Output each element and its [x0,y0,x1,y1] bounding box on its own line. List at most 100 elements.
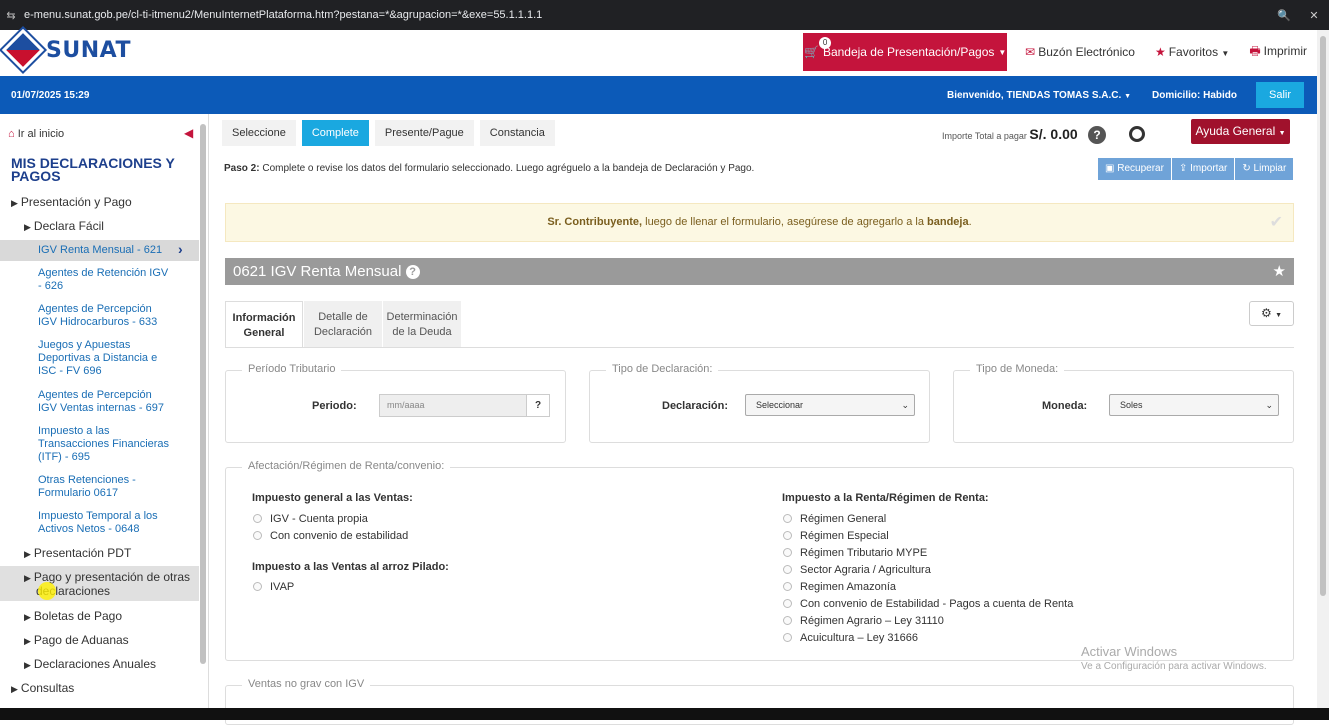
browser-address-bar[interactable]: ⇆ e-menu.sunat.gob.pe/cl-ti-itmenu2/Menu… [0,0,1329,30]
site-info-icon[interactable]: ⇆ [0,9,22,22]
step-seleccione[interactable]: Seleccione [222,120,296,146]
importe-value: S/. 0.00 [1029,126,1078,142]
radio-regimen-amazonia[interactable]: Regimen Amazonía [783,581,896,593]
sidebar-item-aduanas[interactable]: ▶ Pago de Aduanas [24,633,129,647]
bandeja-label: Bandeja de Presentación/Pagos [822,45,995,59]
sidebar-sub-item[interactable]: Agentes de Percepción IGV Hidrocarburos … [38,303,173,329]
bottom-bar [0,708,1329,720]
sidebar-item-label: IGV Renta Mensual - 621 [38,244,163,256]
radio-igv-cuenta-propia[interactable]: IGV - Cuenta propia [253,513,368,525]
tab-detalle-declaracion[interactable]: Detalle de Declaración [304,301,382,348]
salir-button[interactable]: Salir [1256,82,1304,108]
radio-regimen-agrario[interactable]: Régimen Agrario – Ley 31110 [783,615,944,627]
importar-button[interactable]: ⇪ Importar [1171,158,1235,180]
sidebar-item-presentacion-pago[interactable]: ▶ Presentación y Pago [11,195,132,209]
alert-bold-bandeja: bandeja [927,216,969,228]
radio-button[interactable] [783,565,792,574]
domicilio-status: Domicilio: Habido [1152,90,1237,101]
form-tabs: Información General Detalle de Declaraci… [225,301,462,348]
sidebar-item-label: Presentación PDT [33,546,132,560]
url-text[interactable]: e-menu.sunat.gob.pe/cl-ti-itmenu2/MenuIn… [22,9,1269,21]
site-header: SUNAT 0 🛒 Bandeja de Presentación/Pagos … [0,25,1317,76]
contribuyente-alert: Sr. Contribuyente, luego de llenar el fo… [225,203,1294,242]
buzon-link[interactable]: ✉ Buzón Electrónico [1025,45,1135,59]
sidebar-sub-item[interactable]: Agentes de Retención IGV - 626 [38,267,173,293]
home-link[interactable]: ⌂ Ir al inicio [8,128,64,140]
tipo-declaracion-legend: Tipo de Declaración: [606,363,719,375]
periodo-input[interactable]: mm/aaaa [379,394,527,417]
radio-button[interactable] [783,514,792,523]
imprimir-link[interactable]: 🖶 Imprimir [1249,42,1307,63]
sidebar-sub-item[interactable]: Agentes de Percepción IGV Ventas interna… [38,389,173,415]
radio-regimen-mype[interactable]: Régimen Tributario MYPE [783,547,927,559]
caret-down-icon: ▼ [1275,312,1283,319]
sunat-logo-mark-icon [0,25,48,75]
page-scrollbar-thumb[interactable] [1320,36,1326,596]
caret-right-icon: ▶ [24,549,31,559]
declaracion-select[interactable]: Seleccionar ⌄ [745,394,915,416]
moneda-select[interactable]: Soles ⌄ [1109,394,1279,416]
close-tab-icon[interactable]: ✕ [1299,9,1329,22]
paso-bold: Paso 2: [224,163,260,174]
radio-button[interactable] [783,616,792,625]
radio-button[interactable] [783,531,792,540]
sidebar-item-anuales[interactable]: ▶ Declaraciones Anuales [24,657,156,671]
radio-ivap[interactable]: IVAP [253,581,294,593]
igv-heading: Impuesto general a las Ventas: [252,492,413,504]
sidebar-item-declara-facil[interactable]: ▶ Declara Fácil [24,219,104,233]
sidebar-item-presentacion-pdt[interactable]: ▶ Presentación PDT [24,546,131,560]
tab-informacion-general[interactable]: Información General [225,301,303,348]
radio-button[interactable] [783,599,792,608]
radio-sector-agraria[interactable]: Sector Agraria / Agricultura [783,564,931,576]
moneda-fieldset: Tipo de Moneda: Moneda: Soles ⌄ [953,363,1294,443]
settings-dropdown[interactable]: ⚙ ▼ [1249,301,1294,326]
radio-button[interactable] [783,633,792,642]
paso-instructions: Paso 2: Complete o revise los datos del … [224,163,754,174]
help-circle-icon[interactable]: ? [405,265,420,279]
radio-button[interactable] [253,514,262,523]
zoom-icon[interactable]: 🔍 [1269,9,1299,22]
renta-heading: Impuesto a la Renta/Régimen de Renta: [782,492,989,504]
ayuda-general-button[interactable]: Ayuda General ▼ [1191,119,1290,144]
save-icon: ▣ [1105,163,1115,174]
radio-convenio-renta[interactable]: Con convenio de Estabilidad - Pagos a cu… [783,598,1073,610]
sidebar-item-boletas[interactable]: ▶ Boletas de Pago [24,609,122,623]
radio-button[interactable] [783,548,792,557]
step-constancia[interactable]: Constancia [479,120,555,146]
limpiar-button[interactable]: ↻ Limpiar [1235,158,1294,180]
radio-button[interactable] [783,582,792,591]
sidebar-sub-item[interactable]: Juegos y Apuestas Deportivas a Distancia… [38,339,173,378]
step-complete[interactable]: Complete [301,120,369,146]
radio-regimen-general[interactable]: Régimen General [783,513,886,525]
radio-button[interactable] [253,582,262,591]
recuperar-label: Recuperar [1117,163,1164,174]
sidebar-item-consultas[interactable]: ▶ Consultas [11,681,74,695]
sidebar-item-igv-renta-621[interactable]: IGV Renta Mensual - 621 › [0,240,199,261]
tab-determinacion-deuda[interactable]: Determinación de la Deuda [383,301,461,348]
radio-regimen-especial[interactable]: Régimen Especial [783,530,889,542]
page-scrollbar[interactable] [1317,30,1329,720]
welcome-user-menu[interactable]: Bienvenido, TIENDAS TOMAS S.A.C. ▼ [947,90,1131,101]
radio-convenio-estabilidad[interactable]: Con convenio de estabilidad [253,530,408,542]
form-toolbar: ▣ Recuperar ⇪ Importar ↻ Limpiar [1097,158,1294,180]
question-icon[interactable]: ? [526,394,550,417]
sidebar-sub-item[interactable]: Impuesto Temporal a los Activos Netos - … [38,510,173,536]
sidebar-item-pago-otras[interactable]: ▶ Pago y presentación de otras declaracio… [0,566,199,601]
sidebar-sub-item[interactable]: Impuesto a las Transacciones Financieras… [38,425,173,464]
caret-right-icon: ▶ [24,660,31,670]
step-presente-pague[interactable]: Presente/Pague [374,120,474,146]
sunat-logo[interactable]: SUNAT [0,25,131,75]
help-question-icon[interactable]: ? [1088,126,1106,144]
sidebar-scrollbar[interactable] [200,124,206,664]
globe-icon[interactable] [1129,126,1145,142]
collapse-sidebar-icon[interactable]: ◀ [184,126,193,140]
radio-acuicultura[interactable]: Acuicultura – Ley 31666 [783,632,918,644]
favoritos-link[interactable]: ★ Favoritos ▼ [1155,45,1229,59]
bandeja-button[interactable]: 0 🛒 Bandeja de Presentación/Pagos ▼ [803,33,1008,71]
radio-button[interactable] [253,531,262,540]
home-label: Ir al inicio [17,128,65,140]
ventas-legend: Ventas no grav con IGV [242,678,371,690]
recuperar-button[interactable]: ▣ Recuperar [1098,158,1171,180]
sidebar-sub-item[interactable]: Otras Retenciones - Formulario 0617 [38,474,173,500]
favorite-star-icon[interactable]: ★ [1273,258,1286,285]
